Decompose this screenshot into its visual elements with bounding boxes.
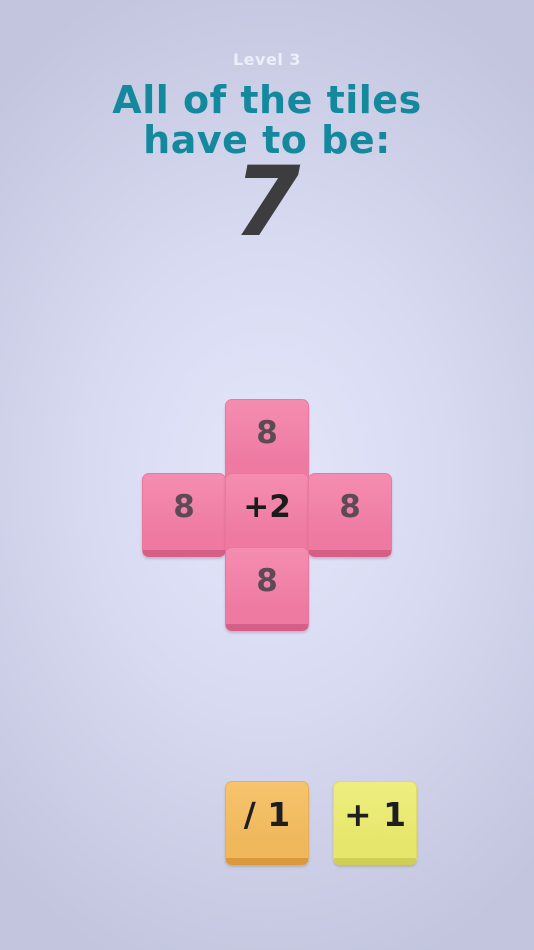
- board-tile-bottom[interactable]: 8: [225, 547, 309, 631]
- instruction-line-1: All of the tiles: [112, 78, 422, 122]
- board-tile-center[interactable]: +2: [225, 473, 309, 557]
- target-number: 7: [233, 146, 301, 258]
- board-tile-top[interactable]: 8: [225, 399, 309, 483]
- board-tile-left[interactable]: 8: [142, 473, 226, 557]
- divide-one-piece[interactable]: / 1: [225, 781, 309, 865]
- plus-one-piece[interactable]: + 1: [333, 781, 417, 865]
- level-indicator: Level 3: [232, 50, 301, 69]
- board-tile-right[interactable]: 8: [308, 473, 392, 557]
